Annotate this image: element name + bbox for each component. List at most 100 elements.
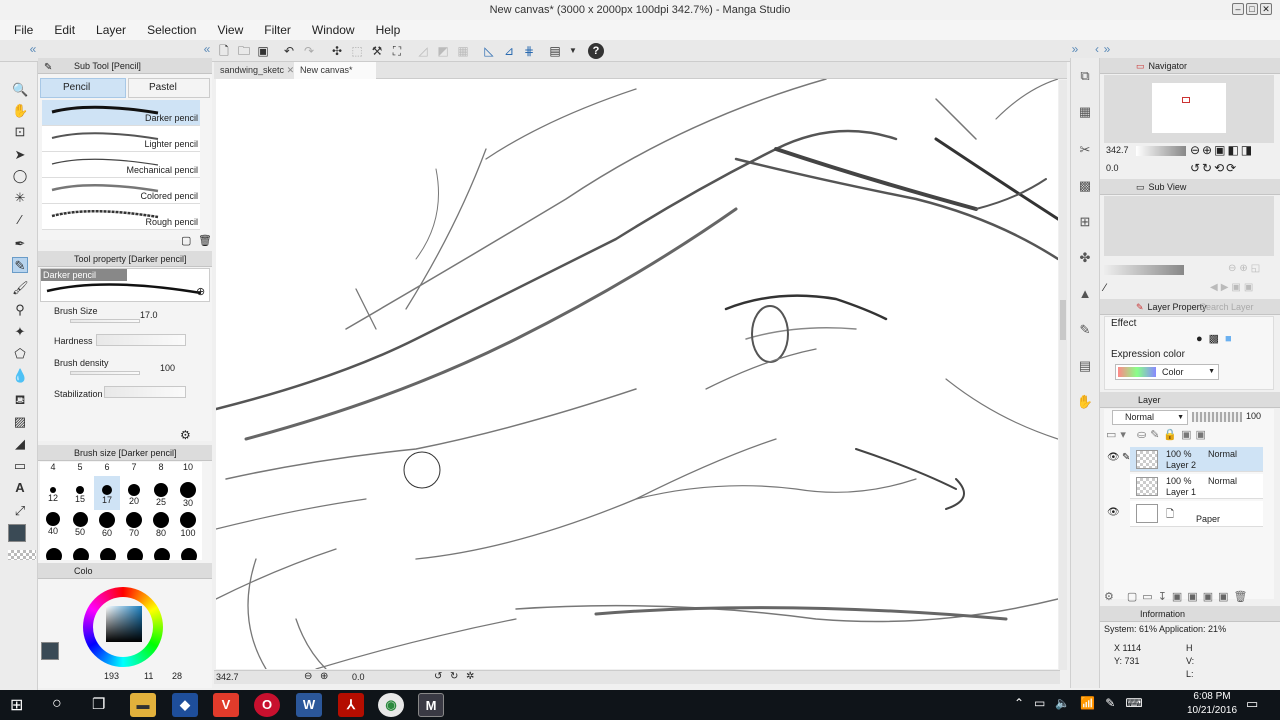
eraser-icon[interactable]: ⬠	[12, 346, 28, 362]
tab-pastel[interactable]: Pastel	[128, 78, 210, 98]
convert-icon[interactable]: ⚒	[370, 44, 384, 58]
brush-size-option[interactable]: 17	[94, 476, 120, 510]
layer-row-1[interactable]: 100 % Normal Layer 1	[1130, 474, 1263, 499]
dropdown-arrow-icon[interactable]: ▼	[566, 44, 580, 58]
minimize-button[interactable]: –	[1232, 3, 1244, 15]
transform-icon[interactable]: ⛶	[390, 44, 404, 58]
main-color-swatch[interactable]	[8, 524, 26, 542]
figure-tool-icon[interactable]: ◢	[12, 436, 28, 452]
brush-size-option[interactable]: 15	[67, 476, 93, 510]
eyedropper-small-icon[interactable]: ⁄	[1104, 282, 1106, 294]
notification-icon[interactable]: ▭	[1246, 696, 1258, 712]
subview-controls-icon[interactable]: ⊖⊕◱	[1228, 263, 1263, 274]
app-icon[interactable]: ◆	[172, 693, 198, 717]
reset-rotation-icon[interactable]: ✲	[466, 671, 474, 682]
manga-studio-icon[interactable]: M	[418, 693, 444, 717]
opacity-value[interactable]: 100	[1246, 411, 1261, 421]
delete-subtool-icon[interactable]: 🗑	[198, 234, 212, 247]
new-file-icon[interactable]: 🗋	[217, 44, 231, 58]
brush-mechanical-pencil[interactable]: Mechanical pencil	[42, 152, 200, 178]
system-tray-icons[interactable]: ⌃▭🔈📶✎⌨	[1014, 696, 1153, 710]
blend-mode-select[interactable]: Normal ▼	[1112, 410, 1188, 425]
close-button[interactable]: ✕	[1260, 3, 1272, 15]
brush-size-option[interactable]: 20	[121, 476, 147, 510]
open-file-icon[interactable]: 🗀	[237, 44, 251, 58]
vertical-scrollbar[interactable]	[1059, 80, 1067, 670]
brush-size-option[interactable]: 25	[148, 476, 174, 510]
correct-line-icon[interactable]: ⤢	[12, 503, 28, 519]
help-icon[interactable]: ?	[588, 43, 604, 59]
save-icon[interactable]: ▣	[256, 44, 270, 58]
windows-start-icon[interactable]: ⊞	[10, 695, 23, 715]
tab-sandwing[interactable]: sandwing_sketc ✕	[214, 62, 301, 79]
frame-tool-icon[interactable]: ▭	[12, 458, 28, 474]
manga-material-icon[interactable]: ✤	[1075, 248, 1095, 268]
density-slider[interactable]	[70, 371, 140, 375]
fill-tool-icon[interactable]: ⛾	[12, 392, 28, 408]
navigator-angle[interactable]: 0.0	[1106, 163, 1119, 173]
effect-icons[interactable]: ●▩■	[1196, 332, 1238, 345]
brush-colored-pencil[interactable]: Colored pencil	[42, 178, 200, 204]
brush-size-option[interactable]: 12	[40, 476, 66, 510]
redo-icon[interactable]: ↷	[302, 44, 316, 58]
subview-nav-icon[interactable]: ◀▶▣▣	[1210, 282, 1256, 293]
zoom-in-icon[interactable]: ⊕	[320, 671, 328, 682]
brush-material-icon[interactable]: ✎	[1075, 320, 1095, 340]
brush-rough-pencil[interactable]: Rough pencil	[42, 204, 200, 230]
lasso-tool-icon[interactable]: ◯	[12, 168, 28, 184]
airbrush-icon[interactable]: ⚲	[12, 302, 28, 318]
eyedropper-icon[interactable]: ⁄	[12, 212, 28, 228]
angle-readout[interactable]: 0.0	[352, 672, 365, 682]
brush-size-option[interactable]	[73, 548, 89, 560]
layer-2-visibility-icon[interactable]: 👁	[1107, 452, 1120, 463]
decoration-icon[interactable]: ✦	[12, 324, 28, 340]
zoom-preview-icon[interactable]: ⊕	[196, 285, 205, 298]
navigator-zoom[interactable]: 342.7	[1106, 145, 1129, 155]
fill-selection-icon[interactable]: ⬚	[350, 44, 364, 58]
layer-2-edit-icon[interactable]: ✎	[1122, 452, 1130, 463]
item-bank-icon[interactable]: ▦	[1075, 102, 1095, 122]
tab-pencil[interactable]: Pencil	[40, 78, 126, 98]
explorer-icon[interactable]: ▬	[130, 693, 156, 717]
menu-edit[interactable]: Edit	[40, 23, 82, 37]
saturation-square[interactable]	[106, 606, 142, 642]
collapse-right-icon[interactable]: »	[1068, 42, 1082, 56]
hand-tool-icon[interactable]: ✋	[12, 103, 28, 119]
menu-view[interactable]: View	[203, 23, 250, 37]
clear-icon[interactable]: ✣	[330, 44, 344, 58]
brush-size-option[interactable]	[127, 548, 143, 560]
move-tool-icon[interactable]: ➤	[12, 147, 28, 163]
snap-grid-icon[interactable]: ⋕	[522, 44, 536, 58]
brush-size-value[interactable]: 17.0	[140, 310, 158, 320]
menu-file[interactable]: File	[0, 23, 40, 37]
navigator-panel-icon[interactable]: ⧉	[1075, 66, 1095, 86]
panel-next-icon[interactable]: »	[1100, 42, 1114, 56]
brush-size-option[interactable]: 50	[67, 510, 93, 544]
zoom-tool-icon[interactable]: 🔍	[12, 82, 28, 98]
brush-size-slider[interactable]	[70, 319, 140, 323]
undo-icon[interactable]: ↶	[282, 44, 296, 58]
brush-size-option[interactable]: 40	[40, 510, 66, 544]
tone-icon[interactable]: ▩	[1075, 176, 1095, 196]
pattern-icon[interactable]: ⊞	[1075, 212, 1095, 232]
copy-subtool-icon[interactable]: ▢	[181, 234, 191, 247]
rotate-left-icon[interactable]: ↺	[434, 671, 442, 682]
brush-lighter-pencil[interactable]: Lighter pencil	[42, 126, 200, 152]
cortana-icon[interactable]: ○	[52, 695, 62, 713]
rotate-right-icon[interactable]: ↻	[450, 671, 458, 682]
blend-tool-icon[interactable]: 💧	[12, 368, 28, 384]
opera-icon[interactable]: O	[254, 693, 280, 717]
snap-special-icon[interactable]: ⊿	[502, 44, 516, 58]
maximize-button[interactable]: □	[1246, 3, 1258, 15]
menu-help[interactable]: Help	[362, 23, 408, 37]
pen-tool-icon[interactable]: ✒	[12, 236, 28, 252]
transparent-swatch[interactable]	[8, 550, 36, 560]
menu-layer[interactable]: Layer	[82, 23, 133, 37]
zoom-out-icon[interactable]: ⊖	[304, 671, 312, 682]
brush-size-option[interactable]: 30	[175, 476, 201, 510]
subview-zoom-slider[interactable]	[1104, 265, 1184, 275]
image-material-icon[interactable]: ▲	[1075, 284, 1095, 304]
gradient-icon[interactable]: ▨	[12, 414, 28, 430]
brush-darker-pencil[interactable]: Darker pencil	[42, 100, 200, 126]
density-value[interactable]: 100	[160, 363, 175, 373]
